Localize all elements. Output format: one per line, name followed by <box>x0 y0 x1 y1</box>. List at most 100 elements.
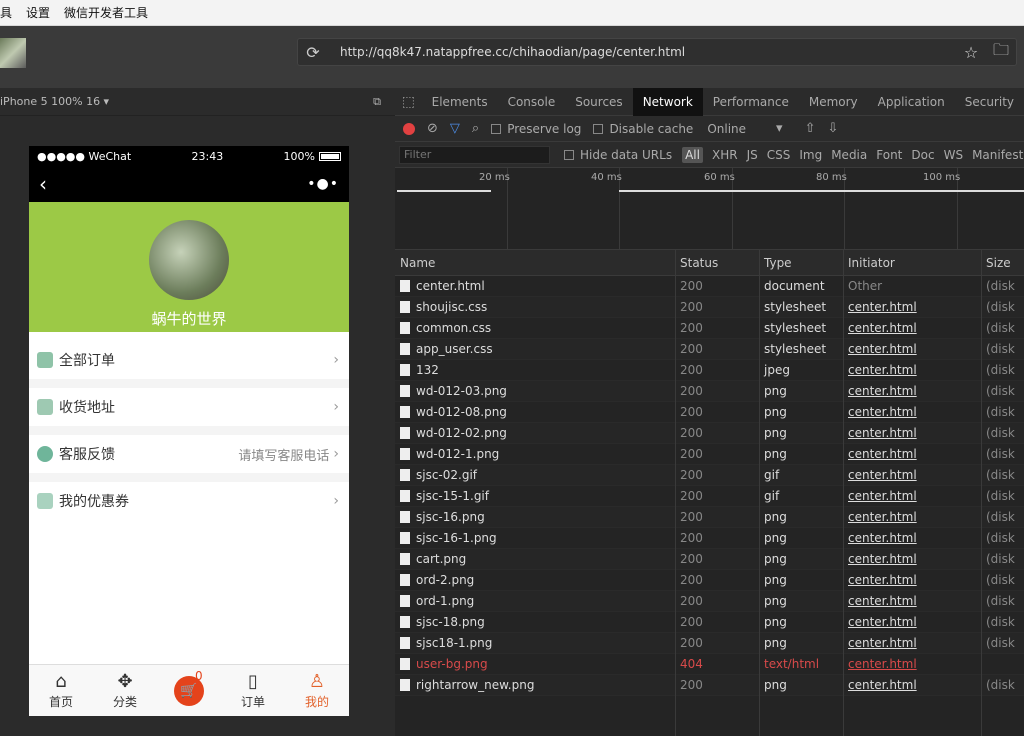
table-row[interactable]: common.css 200 stylesheet center.html (disk <box>395 318 1024 339</box>
request-initiator[interactable]: center.html <box>848 531 917 545</box>
menu-address[interactable]: 收货地址 › <box>29 388 349 426</box>
request-initiator[interactable]: center.html <box>848 447 917 461</box>
table-row[interactable]: user-bg.png 404 text/html center.html <box>395 654 1024 675</box>
request-status: 200 <box>680 279 703 293</box>
filter-type-all[interactable]: All <box>682 146 703 163</box>
column-size[interactable]: Size <box>981 256 1024 270</box>
menu-coupons[interactable]: 我的优惠券 › <box>29 482 349 520</box>
table-row[interactable]: shoujisc.css 200 stylesheet center.html (dis… <box>395 297 1024 318</box>
back-icon[interactable]: ‹ <box>39 172 47 196</box>
tab-mine[interactable]: ♙ 我的 <box>285 665 349 716</box>
tab-cart[interactable]: 🛒 0 <box>157 665 221 716</box>
import-icon[interactable]: ⇧ <box>805 121 816 136</box>
detach-icon[interactable]: ⧉ <box>373 95 381 109</box>
menu-item-devtools[interactable]: 微信开发者工具 <box>64 4 148 21</box>
filter-icon[interactable]: ▽ <box>450 121 460 136</box>
filter-type-doc[interactable]: Doc <box>911 148 934 162</box>
record-icon[interactable] <box>403 122 415 135</box>
filter-type-js[interactable]: JS <box>747 148 758 162</box>
tab-sources[interactable]: Sources <box>565 88 632 116</box>
export-icon[interactable]: ⇩ <box>827 121 838 136</box>
tab-elements[interactable]: Elements <box>422 88 498 116</box>
tab-performance[interactable]: Performance <box>703 88 799 116</box>
project-thumbnail[interactable] <box>0 38 26 68</box>
folder-icon[interactable]: 🗀 <box>986 39 1016 66</box>
request-initiator[interactable]: center.html <box>848 489 917 503</box>
more-icon[interactable]: •●• <box>307 176 339 192</box>
table-row[interactable]: sjsc-16-1.png 200 png center.html (disk <box>395 528 1024 549</box>
table-row[interactable]: ord-1.png 200 png center.html (disk <box>395 591 1024 612</box>
request-initiator[interactable]: center.html <box>848 510 917 524</box>
request-initiator[interactable]: center.html <box>848 468 917 482</box>
search-icon[interactable]: ⌕ <box>472 121 479 136</box>
url-text[interactable]: http://qq8k47.natappfree.cc/chihaodian/p… <box>328 45 956 59</box>
request-initiator[interactable]: center.html <box>848 636 917 650</box>
column-type[interactable]: Type <box>759 256 843 270</box>
table-row[interactable]: sjsc18-1.png 200 png center.html (disk <box>395 633 1024 654</box>
menu-item-tools[interactable]: 具 <box>0 4 12 21</box>
device-selector[interactable]: iPhone 5 100% 16 ▾ <box>0 95 109 108</box>
request-initiator[interactable]: center.html <box>848 594 917 608</box>
tab-orders[interactable]: ▯ 订单 <box>221 665 285 716</box>
table-row[interactable]: sjsc-18.png 200 png center.html (disk <box>395 612 1024 633</box>
table-row[interactable]: 132 200 jpeg center.html (disk <box>395 360 1024 381</box>
table-row[interactable]: sjsc-16.png 200 png center.html (disk <box>395 507 1024 528</box>
table-row[interactable]: wd-012-08.png 200 png center.html (disk <box>395 402 1024 423</box>
request-initiator[interactable]: center.html <box>848 615 917 629</box>
request-initiator[interactable]: center.html <box>848 573 917 587</box>
tab-home[interactable]: ⌂ 首页 <box>29 665 93 716</box>
table-row[interactable]: wd-012-1.png 200 png center.html (disk <box>395 444 1024 465</box>
hide-data-urls-toggle[interactable]: Hide data URLs <box>564 148 672 162</box>
request-initiator[interactable]: center.html <box>848 384 917 398</box>
reload-icon[interactable]: ⟳ <box>298 43 328 62</box>
table-row[interactable]: sjsc-02.gif 200 gif center.html (disk <box>395 465 1024 486</box>
inspect-icon[interactable]: ⬚ <box>395 94 422 110</box>
tab-security[interactable]: Security <box>955 88 1024 116</box>
tab-application[interactable]: Application <box>868 88 955 116</box>
filter-type-css[interactable]: CSS <box>767 148 791 162</box>
column-status[interactable]: Status <box>675 256 759 270</box>
star-icon[interactable]: ☆ <box>956 43 986 62</box>
network-timeline[interactable]: 20 ms 40 ms 60 ms 80 ms 100 ms <box>395 168 1024 250</box>
disable-cache-toggle[interactable]: Disable cache <box>593 122 693 136</box>
request-initiator[interactable]: center.html <box>848 405 917 419</box>
menu-item-settings[interactable]: 设置 <box>26 4 50 21</box>
clear-icon[interactable]: ⊘ <box>427 121 438 136</box>
filter-type-font[interactable]: Font <box>876 148 902 162</box>
filter-type-ws[interactable]: WS <box>944 148 963 162</box>
menu-all-orders[interactable]: 全部订单 › <box>29 341 349 379</box>
request-initiator[interactable]: center.html <box>848 300 917 314</box>
menu-feedback[interactable]: 客服反馈 请填写客服电话 › <box>29 435 349 473</box>
preserve-log-toggle[interactable]: Preserve log <box>491 122 581 136</box>
tab-memory[interactable]: Memory <box>799 88 868 116</box>
filter-type-img[interactable]: Img <box>799 148 822 162</box>
throttle-select[interactable]: Online <box>707 122 746 136</box>
tab-console[interactable]: Console <box>498 88 566 116</box>
file-icon <box>400 469 410 481</box>
filter-type-manifest[interactable]: Manifest <box>972 148 1023 162</box>
filter-input[interactable] <box>399 145 550 164</box>
request-initiator[interactable]: center.html <box>848 657 917 671</box>
table-row[interactable]: wd-012-02.png 200 png center.html (disk <box>395 423 1024 444</box>
request-initiator[interactable]: center.html <box>848 342 917 356</box>
table-row[interactable]: sjsc-15-1.gif 200 gif center.html (disk <box>395 486 1024 507</box>
table-row[interactable]: cart.png 200 png center.html (disk <box>395 549 1024 570</box>
tab-network[interactable]: Network <box>632 87 703 116</box>
column-name[interactable]: Name <box>395 256 675 270</box>
request-initiator[interactable]: center.html <box>848 552 917 566</box>
avatar[interactable] <box>149 220 229 300</box>
request-initiator[interactable]: center.html <box>848 321 917 335</box>
table-row[interactable]: rightarrow_new.png 200 png center.html (disk <box>395 675 1024 696</box>
dropdown-arrow-icon[interactable]: ▾ <box>776 121 783 136</box>
table-row[interactable]: ord-2.png 200 png center.html (disk <box>395 570 1024 591</box>
request-initiator[interactable]: center.html <box>848 426 917 440</box>
filter-type-media[interactable]: Media <box>831 148 867 162</box>
table-row[interactable]: center.html 200 document Other (disk <box>395 276 1024 297</box>
table-row[interactable]: app_user.css 200 stylesheet center.html (dis… <box>395 339 1024 360</box>
filter-type-xhr[interactable]: XHR <box>712 148 738 162</box>
request-initiator[interactable]: center.html <box>848 363 917 377</box>
tab-category[interactable]: ✥ 分类 <box>93 665 157 716</box>
column-initiator[interactable]: Initiator <box>843 256 981 270</box>
request-initiator[interactable]: center.html <box>848 678 917 692</box>
table-row[interactable]: wd-012-03.png 200 png center.html (disk <box>395 381 1024 402</box>
